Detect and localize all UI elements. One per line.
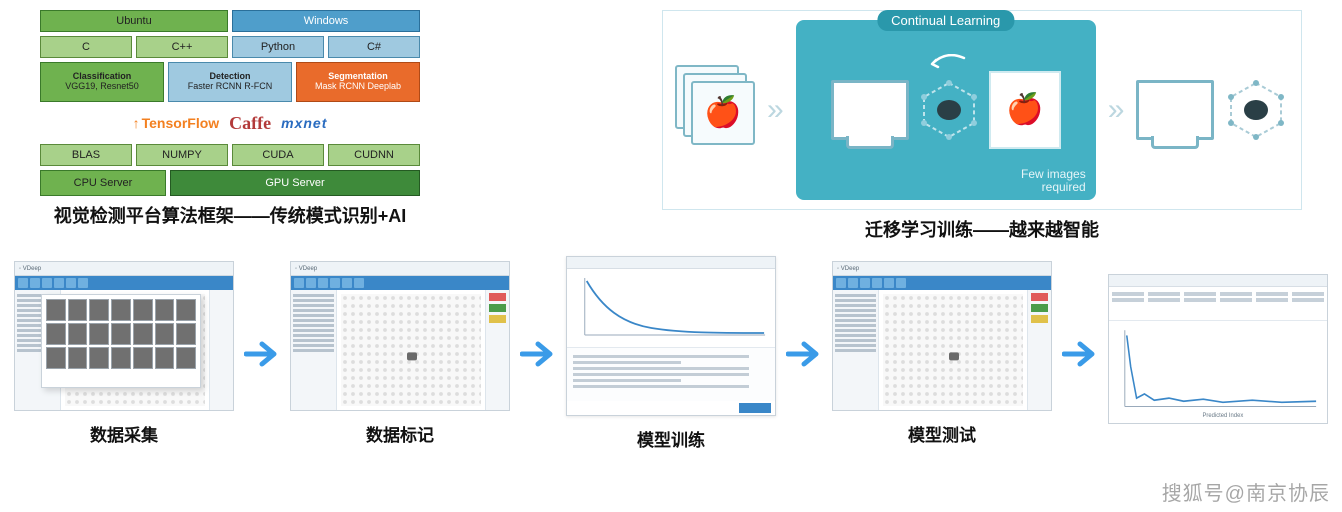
continual-learning-panel: 🍎 » Continual Learning bbox=[662, 10, 1302, 242]
lang-cpp: C++ bbox=[136, 36, 228, 58]
model-select-table bbox=[1109, 287, 1327, 321]
train-action-button[interactable] bbox=[739, 403, 771, 413]
pipeline-arrow-icon bbox=[1060, 340, 1100, 368]
apple-icon: 🍎 bbox=[1006, 95, 1043, 125]
brain-hex-icon bbox=[919, 80, 979, 140]
training-log bbox=[567, 347, 775, 401]
framework-caffe: Caffe bbox=[229, 113, 271, 134]
lib-cudnn: CUDNN bbox=[328, 144, 420, 166]
server-cpu: CPU Server bbox=[40, 170, 166, 196]
lang-csharp: C# bbox=[328, 36, 420, 58]
continual-learning-core: Continual Learning bbox=[796, 20, 1096, 200]
os-block-ubuntu: Ubuntu bbox=[40, 10, 228, 32]
task-segmentation: SegmentationMask RCNN Deeplab bbox=[296, 62, 420, 102]
eval-xlabel: Predicted Index bbox=[1203, 412, 1244, 418]
server-gpu: GPU Server bbox=[170, 170, 420, 196]
evaluation-chart: Predicted Index bbox=[1109, 321, 1327, 423]
training-window bbox=[566, 256, 776, 416]
monitor-icon bbox=[831, 80, 909, 140]
feedback-arrow-icon bbox=[926, 54, 966, 81]
pipeline-step-data-labeling: ◦ VDeep 数据标记 bbox=[290, 261, 510, 446]
pipeline-step-data-collection: ◦ VDeep 数据采集 bbox=[14, 261, 234, 446]
lib-numpy: NUMPY bbox=[136, 144, 228, 166]
continual-caption: 迁移学习训练——越来越智能 bbox=[662, 216, 1302, 242]
lib-cuda: CUDA bbox=[232, 144, 324, 166]
evaluation-window: Predicted Index bbox=[1108, 274, 1328, 424]
lang-c: C bbox=[40, 36, 132, 58]
architecture-diagram: Ubuntu Windows C C++ Python C# Classific… bbox=[40, 10, 420, 242]
workflow-pipeline: ◦ VDeep 数据采集 ◦ VDeep bbox=[0, 242, 1342, 451]
task-detection: DetectionFaster RCNN R-FCN bbox=[168, 62, 292, 102]
watermark: 搜狐号@南京协辰 bbox=[1162, 477, 1330, 506]
task-classification: ClassificationVGG19, Resnet50 bbox=[40, 62, 164, 102]
architecture-caption: 视觉检测平台算法框架——传统模式识别+AI bbox=[40, 202, 420, 228]
step-label: 数据标记 bbox=[366, 421, 434, 446]
os-block-windows: Windows bbox=[232, 10, 420, 32]
pipeline-arrow-icon bbox=[242, 340, 282, 368]
model-testing-screenshot: ◦ VDeep bbox=[832, 261, 1052, 411]
pipeline-step-model-testing: ◦ VDeep 模型测试 bbox=[832, 261, 1052, 446]
image-browser-dialog bbox=[41, 294, 201, 388]
framework-row: TensorFlow Caffe mxnet bbox=[40, 106, 420, 140]
training-loss-chart bbox=[567, 269, 775, 347]
lang-python: Python bbox=[232, 36, 324, 58]
arrow-icon: » bbox=[1108, 93, 1125, 127]
monitor-icon bbox=[1136, 80, 1214, 140]
apple-icon: 🍎 bbox=[704, 98, 741, 128]
data-collection-screenshot: ◦ VDeep bbox=[14, 261, 234, 411]
data-labeling-screenshot: ◦ VDeep bbox=[290, 261, 510, 411]
continual-learning-subtitle: Few imagesrequired bbox=[1021, 168, 1086, 194]
pipeline-step-evaluation: Predicted Index bbox=[1108, 274, 1328, 434]
brain-hex-icon bbox=[1226, 80, 1286, 140]
step-label: 模型测试 bbox=[908, 421, 976, 446]
framework-mxnet: mxnet bbox=[281, 115, 327, 131]
step-label: 数据采集 bbox=[90, 421, 158, 446]
few-shot-image: 🍎 bbox=[989, 71, 1061, 149]
framework-tensorflow: TensorFlow bbox=[133, 115, 220, 131]
lib-blas: BLAS bbox=[40, 144, 132, 166]
pipeline-arrow-icon bbox=[518, 340, 558, 368]
continual-learning-title: Continual Learning bbox=[877, 10, 1014, 31]
arrow-icon: » bbox=[767, 93, 784, 127]
pipeline-arrow-icon bbox=[784, 340, 824, 368]
step-label: 模型训练 bbox=[637, 426, 705, 451]
pipeline-step-model-training: 模型训练 bbox=[566, 256, 776, 451]
input-image-stack: 🍎 bbox=[675, 65, 755, 155]
